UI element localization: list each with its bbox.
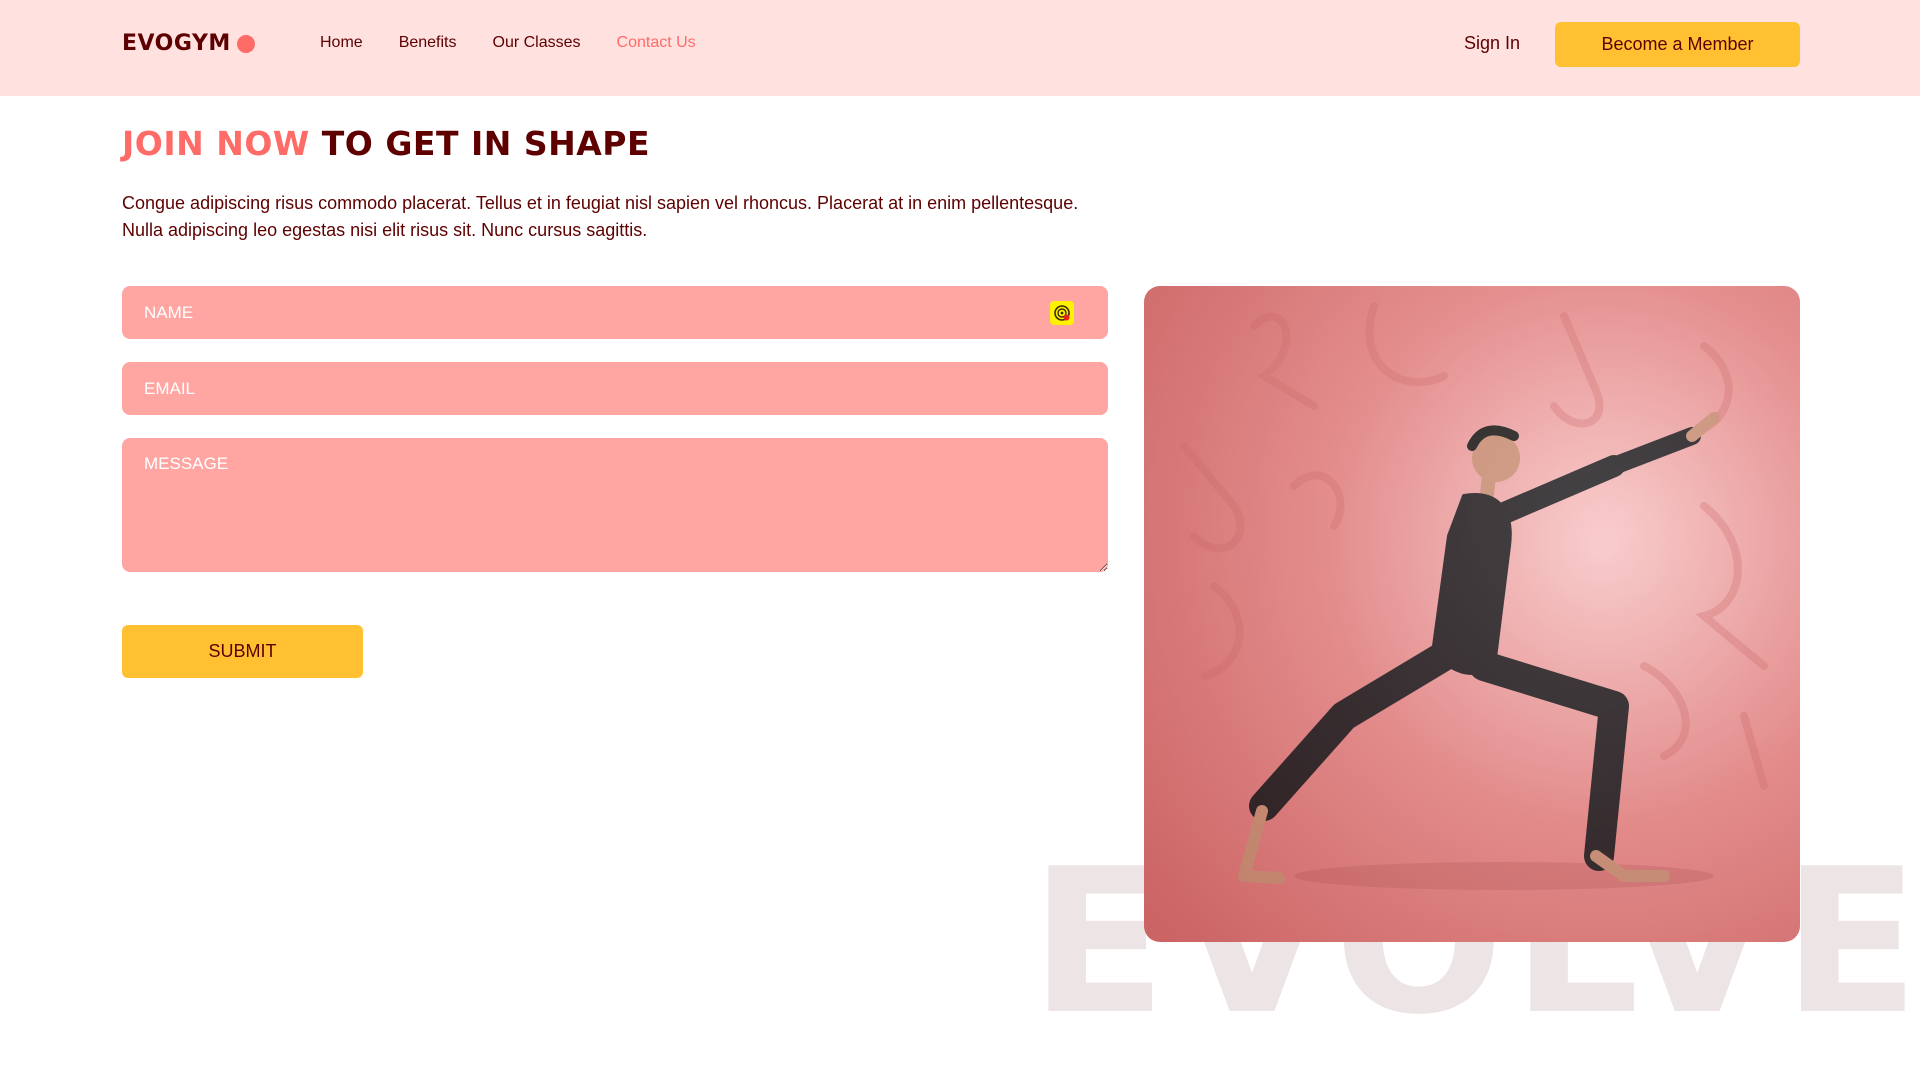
page-title: JOIN NOW TO GET IN SHAPE <box>122 124 650 163</box>
page-title-rest: TO GET IN SHAPE <box>309 124 651 163</box>
become-member-button[interactable]: Become a Member <box>1555 22 1800 67</box>
submit-button[interactable]: SUBMIT <box>122 625 363 678</box>
contact-us-image <box>1144 286 1800 942</box>
navbar: EVOGYM Home Benefits Our Classes Contact… <box>0 0 1920 96</box>
nav-links: Home Benefits Our Classes Contact Us <box>320 34 696 52</box>
page-title-accent: JOIN NOW <box>122 124 310 163</box>
nav-link-benefits[interactable]: Benefits <box>399 34 457 52</box>
logo-dot-icon <box>236 34 255 53</box>
name-input[interactable] <box>122 286 1108 339</box>
nav-link-home[interactable]: Home <box>320 34 363 52</box>
sign-in-link[interactable]: Sign In <box>1464 33 1520 54</box>
logo-text: EVOGYM <box>122 31 231 56</box>
intro-text: Congue adipiscing risus commodo placerat… <box>122 193 1079 240</box>
nav-link-contact-us[interactable]: Contact Us <box>617 34 696 52</box>
message-textarea[interactable] <box>122 438 1108 572</box>
autofill-icon[interactable] <box>1050 301 1074 325</box>
email-input[interactable] <box>122 362 1108 415</box>
nav-link-our-classes[interactable]: Our Classes <box>493 34 581 52</box>
logo[interactable]: EVOGYM <box>122 31 255 56</box>
